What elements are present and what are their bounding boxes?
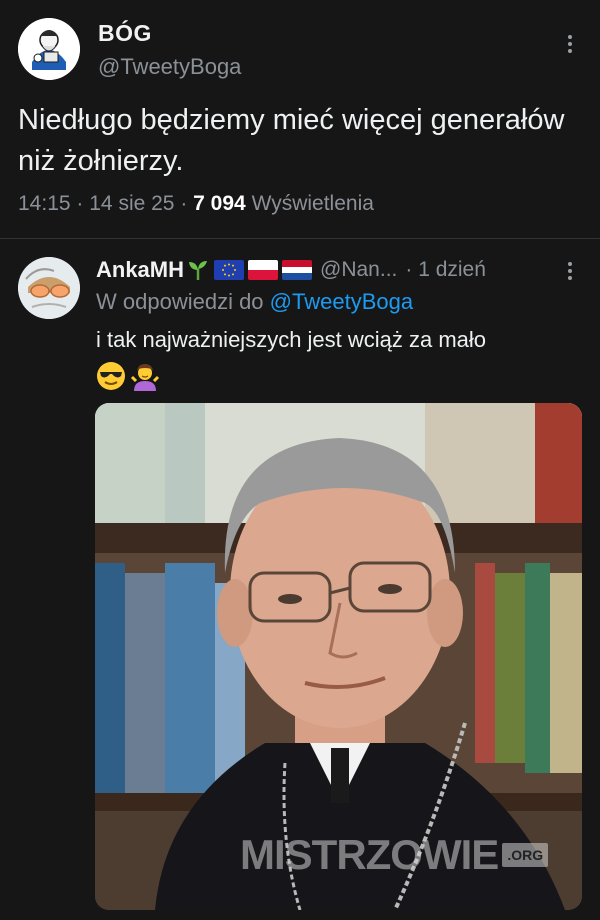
in-reply-to: W odpowiedzi do @TweetyBoga bbox=[96, 289, 413, 315]
author-handle[interactable]: @Nan... bbox=[320, 258, 397, 282]
poland-flag-icon bbox=[248, 260, 279, 280]
tweet-date[interactable]: 14 sie 25 bbox=[89, 192, 174, 215]
reply-time[interactable]: · 1 dzień bbox=[405, 258, 486, 282]
meta-separator: · bbox=[76, 192, 84, 215]
in-reply-prefix: W odpowiedzi do bbox=[96, 289, 264, 314]
main-tweet: BÓG @TweetyBoga Niedługo będziemy mieć w… bbox=[0, 0, 600, 238]
person-shrugging-icon bbox=[130, 361, 160, 393]
reply-text: i tak najważniejszych jest wciąż za mało bbox=[96, 327, 487, 352]
attached-photo[interactable]: MISTRZOWIE .ORG bbox=[95, 403, 582, 910]
watermark-text: MISTRZOWIE bbox=[240, 831, 499, 878]
watermark: MISTRZOWIE .ORG bbox=[240, 831, 549, 879]
avatar[interactable] bbox=[18, 18, 80, 80]
author-handle[interactable]: @TweetyBoga bbox=[98, 54, 241, 80]
more-options-icon[interactable] bbox=[560, 259, 580, 285]
tweet-meta: 14:15 · 14 sie 25 · 7 094 Wyświetlenia bbox=[18, 192, 374, 216]
more-options-icon[interactable] bbox=[558, 32, 582, 60]
eu-flag-icon bbox=[214, 260, 245, 280]
emoji-row bbox=[96, 361, 160, 393]
views-count[interactable]: 7 094 bbox=[193, 192, 246, 215]
in-reply-handle-link[interactable]: @TweetyBoga bbox=[270, 289, 413, 314]
sprout-icon bbox=[186, 258, 210, 282]
watermark-suffix: .ORG bbox=[502, 843, 549, 867]
reply-tweet: AnkaMH @Nan... · 1 dzień W odpowiedzi do… bbox=[0, 239, 600, 920]
netherlands-flag-icon bbox=[282, 260, 313, 280]
meta-separator: · bbox=[180, 192, 188, 215]
tweet-time[interactable]: 14:15 bbox=[18, 192, 71, 215]
avatar[interactable] bbox=[18, 257, 80, 319]
views-label[interactable]: Wyświetlenia bbox=[252, 192, 374, 215]
tweet-text: Niedługo będziemy mieć więcej generałów … bbox=[18, 104, 565, 177]
smiling-face-with-sunglasses-icon bbox=[96, 361, 126, 393]
author-name[interactable]: AnkaMH bbox=[96, 257, 184, 283]
reply-header: AnkaMH @Nan... · 1 dzień bbox=[96, 255, 486, 285]
author-name[interactable]: BÓG bbox=[98, 20, 152, 47]
